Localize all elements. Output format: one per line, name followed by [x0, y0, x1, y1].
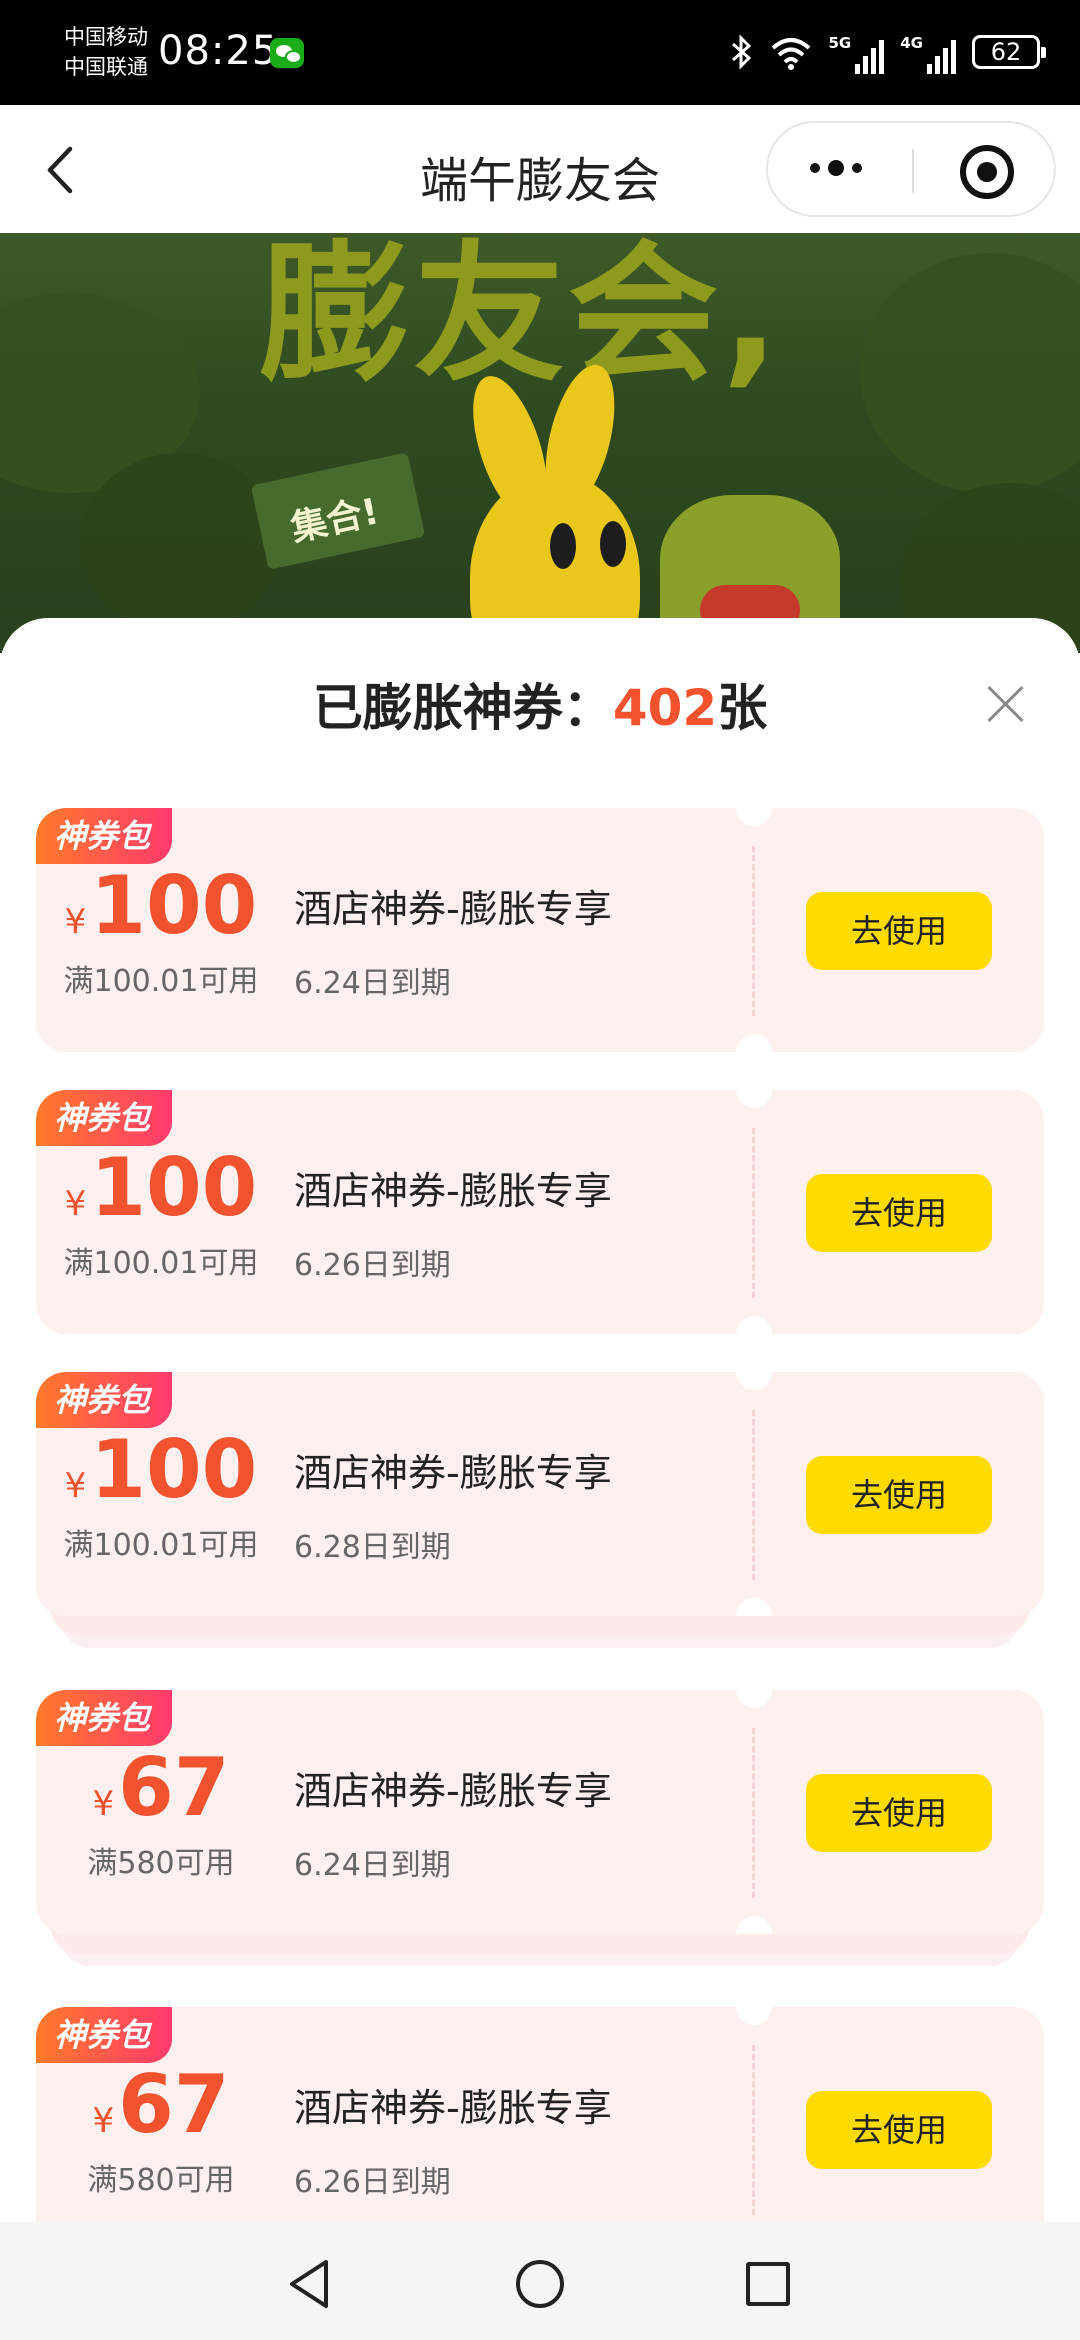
bluetooth-icon — [731, 34, 751, 70]
use-coupon-button[interactable]: 去使用 — [806, 892, 992, 970]
coupon-expiry: 6.24日到期 — [294, 966, 451, 1001]
coupon-tag-label: 神券包 — [36, 1090, 173, 1146]
signal-4g-icon: 4G — [900, 30, 956, 74]
coupon-count: 402 — [612, 679, 718, 737]
coupon-name: 酒店神券-膨胀专享 — [294, 1169, 612, 1213]
coupon-price: ¥100 — [36, 864, 286, 948]
coupon-tag-label: 神券包 — [36, 2007, 173, 2063]
coupon-expiry: 6.24日到期 — [294, 1848, 451, 1883]
system-recents-icon[interactable] — [746, 2262, 790, 2306]
use-coupon-button[interactable]: 去使用 — [806, 1174, 992, 1252]
coupon-amount: 100 — [90, 1141, 258, 1234]
battery-icon: 62 — [972, 35, 1046, 69]
carrier-2: 中国联通 — [64, 55, 148, 79]
nav-bar: 端午膨友会 — [0, 105, 1080, 233]
coupon-card-stack: 神券包 2张券 ¥100 满100.01可用 酒店神券-膨胀专享 6.28日到期… — [36, 1372, 1044, 1648]
use-coupon-button[interactable]: 去使用 — [806, 1456, 992, 1534]
system-nav-bar — [0, 2222, 1080, 2340]
coupon-condition: 满100.01可用 — [63, 1528, 259, 1563]
clock: 08:25 — [158, 28, 279, 74]
coupon-name: 酒店神券-膨胀专享 — [294, 1769, 612, 1813]
coupon-tag: 神券包 2张券 — [36, 1372, 280, 1428]
carrier-1: 中国移动 — [64, 25, 148, 49]
coupon-tag-label: 神券包 — [36, 1690, 173, 1746]
currency-symbol: ¥ — [64, 902, 87, 942]
coupon-tag-label: 神券包 — [36, 808, 173, 864]
signal-5g-icon: 5G — [829, 30, 885, 74]
coupon-tag: 神券包 — [36, 808, 173, 864]
coupon-price: ¥67 — [36, 1746, 286, 1830]
currency-symbol: ¥ — [92, 1784, 115, 1824]
system-back-icon[interactable] — [286, 2258, 334, 2310]
sheet-title: 已膨胀神券：402张 — [0, 668, 1080, 740]
carrier-info: 中国移动 中国联通 — [64, 22, 148, 82]
coupon-card-stack: 神券包 20张券 ¥67 满580可用 酒店神券-膨胀专享 6.26日到期 去使… — [36, 2007, 1044, 2222]
coupon-name: 酒店神券-膨胀专享 — [294, 2086, 612, 2130]
coupon-condition: 满580可用 — [87, 2163, 235, 2198]
close-miniprogram-icon[interactable] — [960, 145, 1014, 199]
coupon-condition: 满100.01可用 — [63, 964, 259, 999]
coupon-expiry: 6.26日到期 — [294, 2165, 451, 2200]
sheet-title-prefix: 已膨胀神券： — [312, 679, 613, 737]
currency-symbol: ¥ — [64, 1466, 87, 1506]
coupon-card: 神券包 ¥100 满100.01可用 酒店神券-膨胀专享 6.26日到期 去使用 — [36, 1090, 1044, 1334]
coupon-count-tag: 6张券 — [158, 1690, 280, 1746]
coupon-name: 酒店神券-膨胀专享 — [294, 887, 612, 931]
coupon-expiry: 6.26日到期 — [294, 1248, 451, 1283]
close-icon[interactable] — [986, 684, 1026, 724]
coupon-name: 酒店神券-膨胀专享 — [294, 1451, 612, 1495]
coupon-card-stack: 神券包 6张券 ¥67 满580可用 酒店神券-膨胀专享 6.24日到期 去使用 — [36, 1690, 1044, 1966]
coupon-expiry: 6.28日到期 — [294, 1530, 451, 1565]
coupon-amount: 67 — [118, 2058, 230, 2151]
mini-program-capsule — [766, 121, 1056, 217]
use-coupon-button[interactable]: 去使用 — [806, 1774, 992, 1852]
coupon-sheet: 已膨胀神券：402张 神券包 ¥100 满100.01可用 酒店神券-膨胀专享 … — [0, 618, 1080, 2222]
network-type-2: 4G — [900, 34, 923, 52]
capsule-divider — [912, 149, 914, 193]
coupon-tag: 神券包 20张券 — [36, 2007, 298, 2063]
coupon-condition: 满100.01可用 — [63, 1246, 259, 1281]
sheet-title-suffix: 张 — [717, 679, 768, 737]
coupon-card: 神券包 ¥100 满100.01可用 酒店神券-膨胀专享 6.24日到期 去使用 — [36, 808, 1044, 1052]
coupon-price: ¥100 — [36, 1428, 286, 1512]
coupon-amount: 67 — [118, 1741, 230, 1834]
more-options-icon[interactable] — [810, 160, 862, 176]
coupon-count-tag: 2张券 — [158, 1372, 280, 1428]
network-type-1: 5G — [828, 34, 852, 52]
wechat-icon — [270, 38, 304, 68]
coupon-price: ¥67 — [36, 2063, 286, 2147]
coupon-amount: 100 — [90, 859, 258, 952]
coupon-amount: 100 — [90, 1423, 258, 1516]
mascot-illustration — [430, 357, 670, 653]
system-home-icon[interactable] — [516, 2260, 564, 2308]
coupon-tag-label: 神券包 — [36, 1372, 173, 1428]
coupon-tag: 神券包 — [36, 1090, 173, 1146]
wifi-icon — [771, 38, 810, 70]
coupon-count-tag: 20张券 — [158, 2007, 298, 2063]
coupon-price: ¥100 — [36, 1146, 286, 1230]
use-coupon-button[interactable]: 去使用 — [806, 2091, 992, 2169]
status-bar: 中国移动 中国联通 08:25 5G 4G 62 — [0, 0, 1080, 105]
event-banner: 膨友会, 集合! — [0, 233, 1080, 653]
coupon-condition: 满580可用 — [87, 1846, 235, 1881]
coupon-tag: 神券包 6张券 — [36, 1690, 280, 1746]
currency-symbol: ¥ — [92, 2101, 115, 2141]
currency-symbol: ¥ — [64, 1184, 87, 1224]
